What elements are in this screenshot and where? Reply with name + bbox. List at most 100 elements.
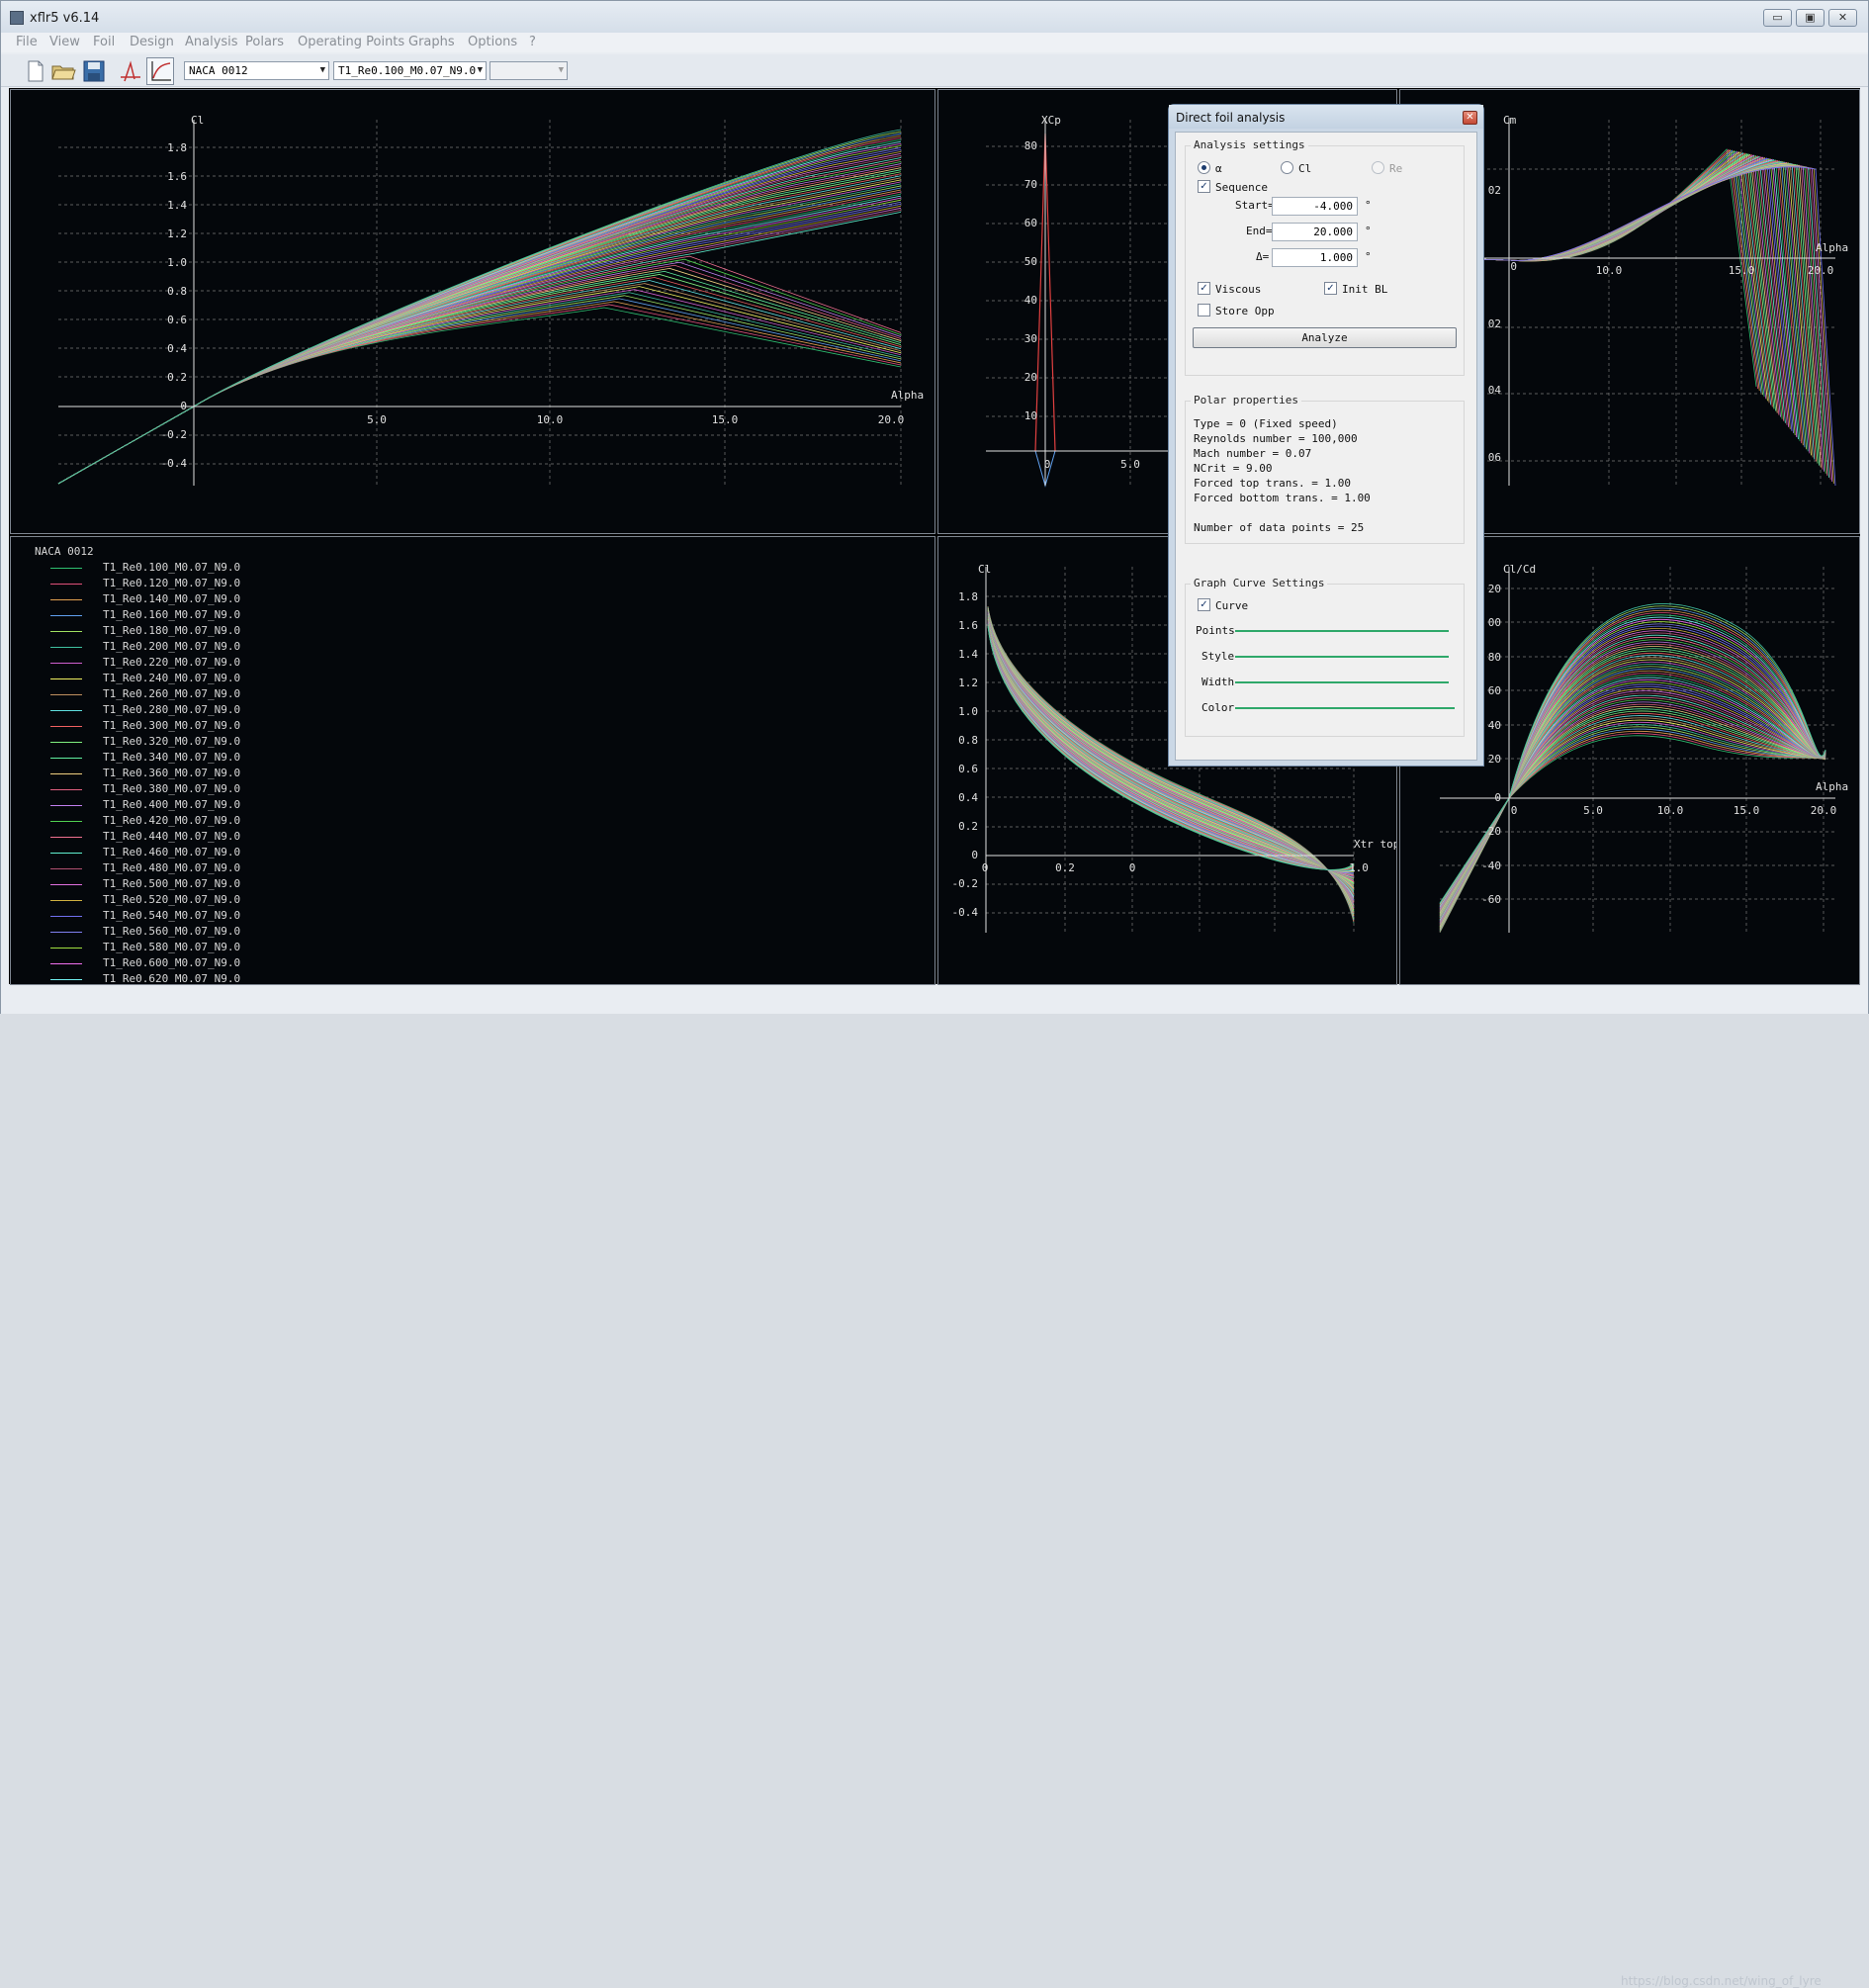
y-tick: 60 <box>1488 684 1501 697</box>
legend-item: T1_Re0.140_M0.07_N9.0 <box>50 592 308 608</box>
polar-select[interactable]: T1_Re0.100_M0.07_N9.0 ▼ <box>333 61 487 80</box>
y-tick: 0.4 <box>958 791 978 804</box>
menu-view[interactable]: View <box>49 35 80 49</box>
menu-help[interactable]: ? <box>529 35 536 49</box>
viscous-checkbox[interactable]: ✓ <box>1198 282 1210 295</box>
legend-swatch <box>50 599 82 600</box>
legend-label: T1_Re0.160_M0.07_N9.0 <box>103 608 241 621</box>
delta-input[interactable]: 1.000 <box>1272 248 1358 267</box>
menu-graphs[interactable]: Graphs <box>408 35 455 49</box>
y-tick: 0.2 <box>167 371 187 384</box>
points-style-button[interactable] <box>1235 630 1449 632</box>
init-bl-label: Init BL <box>1342 283 1388 296</box>
legend-swatch <box>50 678 82 679</box>
line-width-button[interactable] <box>1235 681 1449 683</box>
menu-polars[interactable]: Polars <box>245 35 284 49</box>
menu-design[interactable]: Design <box>130 35 174 49</box>
open-folder-icon[interactable] <box>49 57 77 85</box>
curve-label: Curve <box>1215 599 1249 612</box>
legend-swatch <box>50 726 82 727</box>
legend-label: T1_Re0.400_M0.07_N9.0 <box>103 798 241 811</box>
curve-settings-group: Graph Curve Settings ✓ Curve Points Styl… <box>1185 577 1465 737</box>
menu-foil[interactable]: Foil <box>93 35 115 49</box>
legend-label: T1_Re0.420_M0.07_N9.0 <box>103 814 241 827</box>
legend-item: T1_Re0.460_M0.07_N9.0 <box>50 846 308 861</box>
re-radio[interactable] <box>1372 161 1384 174</box>
menu-operating-points[interactable]: Operating Points <box>298 35 404 49</box>
x-tick: 15.0 <box>712 413 739 426</box>
x-axis-label: Xtr top <box>1354 838 1397 851</box>
start-input[interactable]: -4.000 <box>1272 197 1358 216</box>
polar-curve <box>1439 159 1799 440</box>
legend-item: T1_Re0.180_M0.07_N9.0 <box>50 624 308 640</box>
close-button[interactable]: ✕ <box>1828 9 1857 27</box>
x-tick-labels: 5.0 10.0 15.0 20.0 <box>367 413 904 426</box>
opp-select[interactable]: ▼ <box>490 61 568 80</box>
init-bl-checkbox[interactable]: ✓ <box>1324 282 1337 295</box>
legend-label: T1_Re0.360_M0.07_N9.0 <box>103 767 241 779</box>
legend-item: T1_Re0.280_M0.07_N9.0 <box>50 703 308 719</box>
cl-radio-label: Cl <box>1298 162 1312 175</box>
legend-swatch <box>50 837 82 838</box>
polar-property-line: NCrit = 9.00 <box>1194 462 1273 475</box>
y-tick: 04 <box>1488 384 1502 397</box>
legend-label: T1_Re0.120_M0.07_N9.0 <box>103 577 241 589</box>
store-opp-checkbox[interactable] <box>1198 304 1210 316</box>
legend-label: T1_Re0.540_M0.07_N9.0 <box>103 909 241 922</box>
status-bar: https://blog.csdn.net/wing_of_lyre <box>1 986 1868 1988</box>
menu-file[interactable]: File <box>16 35 38 49</box>
x-tick: 10.0 <box>537 413 564 426</box>
line-style-button[interactable] <box>1235 656 1449 658</box>
legend-label: T1_Re0.580_M0.07_N9.0 <box>103 941 241 953</box>
y-tick: 1.2 <box>958 677 978 689</box>
y-axis-label: Cm <box>1503 114 1517 127</box>
legend-swatch <box>50 821 82 822</box>
x-axis-label: Alpha <box>1816 780 1848 793</box>
y-tick: 20 <box>1488 583 1501 595</box>
x-tick: 0.2 <box>1055 861 1075 874</box>
end-label: End= <box>1246 225 1273 237</box>
x-tick: 0 <box>1129 861 1136 874</box>
menu-bar: File View Foil Design Analysis Polars Op… <box>1 33 1868 52</box>
viscous-label: Viscous <box>1215 283 1262 296</box>
y-tick: -40 <box>1481 859 1501 872</box>
cl-radio[interactable] <box>1281 161 1293 174</box>
y-tick-labels: 02 0 02 04 06 <box>1488 184 1517 464</box>
y-tick: 40 <box>1024 294 1037 307</box>
dialog-close-button[interactable]: ✕ <box>1463 111 1477 125</box>
curve-checkbox[interactable]: ✓ <box>1198 598 1210 611</box>
maximize-button[interactable]: ▣ <box>1796 9 1824 27</box>
minimize-button[interactable]: ▭ <box>1763 9 1792 27</box>
y-axis-label: Cl <box>191 114 204 127</box>
legend-label: T1_Re0.240_M0.07_N9.0 <box>103 672 241 684</box>
legend-label: T1_Re0.280_M0.07_N9.0 <box>103 703 241 716</box>
end-input[interactable]: 20.000 <box>1272 223 1358 241</box>
alpha-radio[interactable] <box>1198 161 1210 174</box>
cl-alpha-graph[interactable]: Cl Alpha 1.8 1.6 1.4 1.2 1.0 0.8 0.6 0.4… <box>10 89 935 534</box>
sequence-checkbox[interactable]: ✓ <box>1198 180 1210 193</box>
polar-curve <box>1439 661 1826 917</box>
y-tick-labels: 1.8 1.6 1.4 1.2 1.0 0.8 0.6 0.4 0.2 0 -0… <box>161 141 188 470</box>
y-tick: 1.4 <box>958 648 978 661</box>
foil-select[interactable]: NACA 0012 ▼ <box>184 61 329 80</box>
title-bar: xflr5 v6.14 ▭ ▣ ✕ <box>1 1 1868 36</box>
legend-swatch <box>50 710 82 711</box>
dialog-title: Direct foil analysis <box>1176 111 1286 125</box>
y-tick: 60 <box>1024 217 1037 229</box>
polar-view-icon[interactable] <box>146 57 174 85</box>
opp-view-icon[interactable] <box>117 57 144 85</box>
style-label: Style <box>1202 650 1235 663</box>
menu-options[interactable]: Options <box>468 35 517 49</box>
menu-analysis[interactable]: Analysis <box>185 35 238 49</box>
y-tick: 80 <box>1024 139 1037 152</box>
toolbar: NACA 0012 ▼ T1_Re0.100_M0.07_N9.0 ▼ ▼ <box>1 54 1868 87</box>
new-file-icon[interactable] <box>21 57 48 85</box>
analyze-button[interactable]: Analyze <box>1193 327 1457 348</box>
legend-label: T1_Re0.220_M0.07_N9.0 <box>103 656 241 669</box>
legend-item: T1_Re0.120_M0.07_N9.0 <box>50 577 308 592</box>
dialog-title-bar[interactable]: Direct foil analysis ✕ <box>1169 105 1483 129</box>
line-color-button[interactable] <box>1235 707 1455 709</box>
save-icon[interactable] <box>80 57 108 85</box>
legend-item: T1_Re0.320_M0.07_N9.0 <box>50 735 308 751</box>
delta-label: Δ= <box>1256 250 1270 263</box>
